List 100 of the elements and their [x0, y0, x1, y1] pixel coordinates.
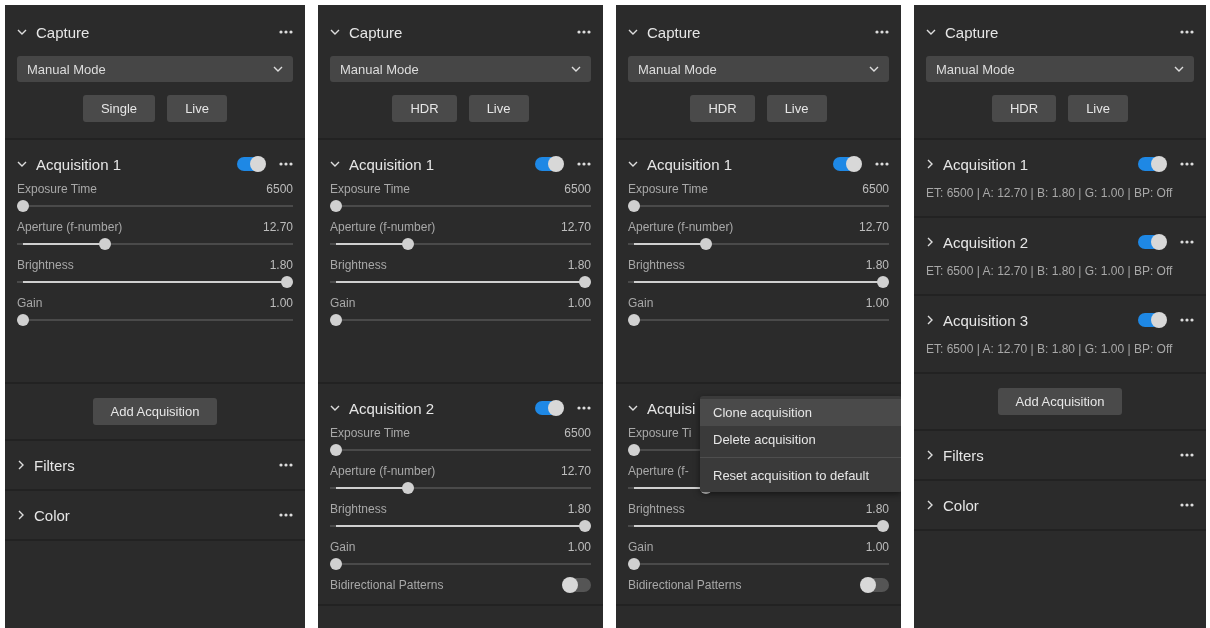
more-options-icon[interactable]: [577, 30, 591, 34]
section-title[interactable]: Acquisition 2: [943, 233, 1029, 251]
capture-button[interactable]: Single: [82, 95, 156, 122]
chevron-down-icon[interactable]: [628, 28, 638, 36]
more-options-icon[interactable]: [1180, 162, 1194, 166]
slider-thumb[interactable]: [628, 558, 640, 570]
toggle-switch[interactable]: [563, 578, 591, 592]
slider-thumb[interactable]: [579, 520, 591, 532]
slider-thumb[interactable]: [402, 238, 415, 250]
more-options-icon[interactable]: [1180, 240, 1194, 244]
chevron-down-icon[interactable]: [330, 404, 340, 412]
section-title[interactable]: Acquisi: [647, 399, 696, 417]
slider-thumb[interactable]: [330, 314, 342, 326]
slider-label: Exposure Time: [628, 182, 709, 196]
toggle-switch[interactable]: [861, 578, 889, 592]
toggle-switch[interactable]: [1138, 313, 1166, 327]
slider-thumb[interactable]: [330, 444, 342, 456]
capture-button[interactable]: Live: [468, 95, 529, 122]
chevron-right-icon[interactable]: [17, 460, 25, 470]
chevron-right-icon[interactable]: [926, 159, 934, 169]
section-title[interactable]: Capture: [36, 23, 90, 41]
mode-dropdown[interactable]: Manual Mode: [628, 56, 889, 82]
toggle-switch[interactable]: [1138, 235, 1166, 249]
more-options-icon[interactable]: [279, 162, 293, 166]
slider-thumb[interactable]: [281, 276, 293, 288]
chevron-down-icon[interactable]: [926, 28, 936, 36]
toggle-switch[interactable]: [535, 401, 563, 415]
slider-thumb[interactable]: [330, 200, 342, 212]
slider-thumb[interactable]: [700, 238, 713, 250]
toggle-switch[interactable]: [833, 157, 861, 171]
toggle-switch[interactable]: [237, 157, 265, 171]
more-options-icon[interactable]: [279, 513, 293, 517]
chevron-down-icon[interactable]: [1174, 66, 1184, 72]
more-options-icon[interactable]: [577, 406, 591, 410]
more-options-icon[interactable]: [577, 162, 591, 166]
chevron-down-icon[interactable]: [273, 66, 283, 72]
more-options-icon[interactable]: [279, 30, 293, 34]
capture-button[interactable]: HDR: [991, 95, 1057, 122]
section-title[interactable]: Color: [34, 506, 70, 524]
slider-label: Aperture (f-: [628, 464, 689, 478]
toggle-switch[interactable]: [1138, 157, 1166, 171]
capture-button[interactable]: Live: [167, 95, 228, 122]
section-title[interactable]: Capture: [945, 23, 999, 41]
chevron-right-icon[interactable]: [926, 500, 934, 510]
menu-item[interactable]: Clone acquisition: [700, 399, 901, 426]
chevron-down-icon[interactable]: [330, 160, 340, 168]
slider-thumb[interactable]: [628, 200, 640, 212]
chevron-down-icon[interactable]: [330, 28, 340, 36]
menu-item[interactable]: Delete acquisition: [700, 426, 901, 453]
slider-thumb[interactable]: [579, 276, 591, 288]
chevron-right-icon[interactable]: [926, 450, 934, 460]
section-title[interactable]: Acquisition 1: [647, 155, 733, 173]
section-title[interactable]: Capture: [349, 23, 403, 41]
section-title[interactable]: Color: [943, 496, 979, 514]
section-title[interactable]: Acquisition 3: [943, 311, 1029, 329]
section-title[interactable]: Capture: [647, 23, 701, 41]
acquisition-summary: ET: 6500 | A: 12.70 | B: 1.80 | G: 1.00 | BP: Off: [926, 342, 1174, 358]
capture-button[interactable]: HDR: [392, 95, 457, 122]
mode-dropdown[interactable]: Manual Mode: [926, 56, 1194, 82]
section-title[interactable]: Filters: [34, 456, 75, 474]
more-options-icon[interactable]: [1180, 453, 1194, 457]
slider-label: Aperture (f-number): [330, 464, 436, 478]
chevron-down-icon[interactable]: [628, 160, 638, 168]
capture-button[interactable]: Live: [766, 95, 827, 122]
add-acquisition-button[interactable]: Add Acquisition: [997, 388, 1123, 415]
chevron-down-icon[interactable]: [571, 66, 581, 72]
more-options-icon[interactable]: [279, 463, 293, 467]
chevron-down-icon[interactable]: [628, 404, 638, 412]
mode-dropdown[interactable]: Manual Mode: [17, 56, 293, 82]
capture-button[interactable]: HDR: [690, 95, 755, 122]
section-title[interactable]: Acquisition 1: [943, 155, 1029, 173]
menu-item[interactable]: Reset acquisition to default: [700, 462, 901, 489]
chevron-down-icon[interactable]: [17, 160, 27, 168]
slider-thumb[interactable]: [17, 314, 29, 326]
slider-thumb[interactable]: [402, 482, 415, 494]
capture-button[interactable]: Live: [1068, 95, 1129, 122]
slider-thumb[interactable]: [877, 276, 889, 288]
chevron-right-icon[interactable]: [926, 237, 934, 247]
slider-thumb[interactable]: [628, 314, 640, 326]
slider-thumb[interactable]: [877, 520, 889, 532]
slider-thumb[interactable]: [17, 200, 29, 212]
more-options-icon[interactable]: [1180, 318, 1194, 322]
slider-thumb[interactable]: [628, 444, 640, 456]
chevron-down-icon[interactable]: [869, 66, 879, 72]
chevron-right-icon[interactable]: [926, 315, 934, 325]
section-title[interactable]: Acquisition 1: [349, 155, 435, 173]
chevron-right-icon[interactable]: [17, 510, 25, 520]
more-options-icon[interactable]: [875, 162, 889, 166]
section-title[interactable]: Acquisition 2: [349, 399, 435, 417]
section-title[interactable]: Acquisition 1: [36, 155, 122, 173]
chevron-down-icon[interactable]: [17, 28, 27, 36]
more-options-icon[interactable]: [875, 30, 889, 34]
slider-thumb[interactable]: [330, 558, 342, 570]
add-acquisition-button[interactable]: Add Acquisition: [92, 398, 218, 425]
more-options-icon[interactable]: [1180, 30, 1194, 34]
section-title[interactable]: Filters: [943, 446, 984, 464]
slider-thumb[interactable]: [98, 238, 111, 250]
more-options-icon[interactable]: [1180, 503, 1194, 507]
toggle-switch[interactable]: [535, 157, 563, 171]
mode-dropdown[interactable]: Manual Mode: [330, 56, 591, 82]
